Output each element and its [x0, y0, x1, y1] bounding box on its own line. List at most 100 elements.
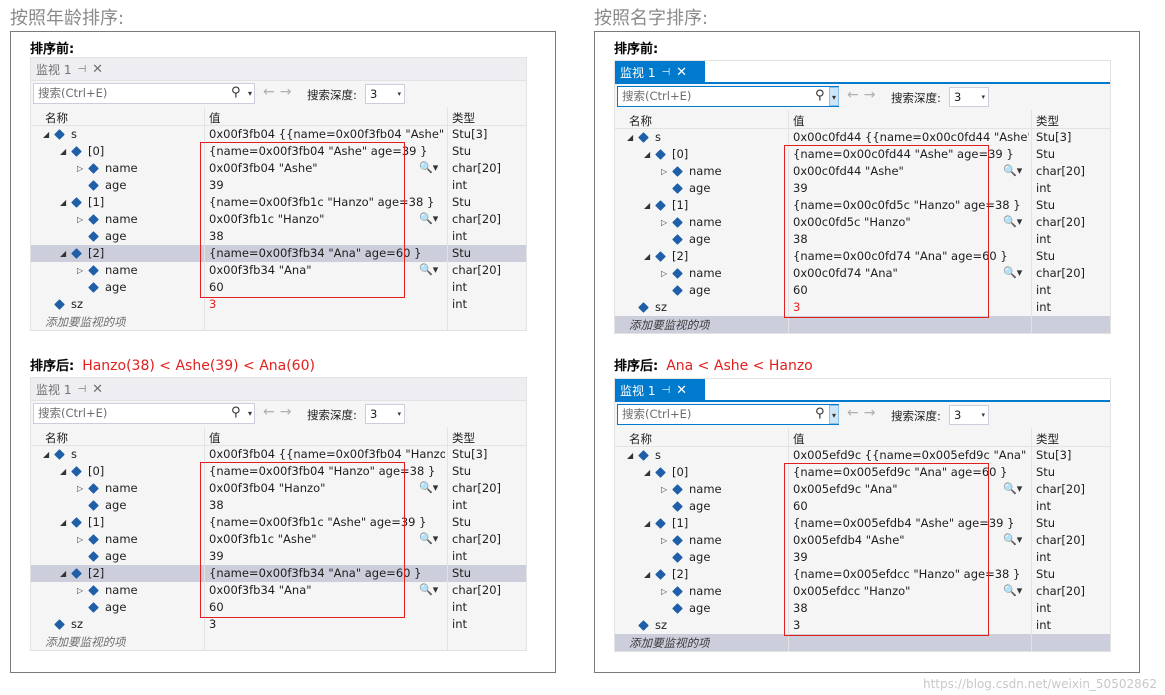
add-watch-row[interactable]: 添加要监视的项	[615, 634, 1110, 651]
row-value-cell[interactable]: {name=0x005efdcc "Hanzo" age=38 }	[793, 567, 1029, 581]
pin-icon[interactable]: ⊣	[77, 64, 86, 75]
expanded-triangle-icon[interactable]: ◢	[644, 201, 652, 210]
row-value-cell[interactable]: 0x00c0fd44 {{name=0x00c0fd44 "Ashe" age.…	[793, 130, 1029, 144]
row-value-cell[interactable]: 0x00c0fd74 "Ana"	[793, 266, 1029, 280]
collapsed-triangle-icon[interactable]: ▷	[661, 167, 669, 176]
search-depth-select[interactable]: 3 ▾	[949, 405, 989, 425]
collapsed-triangle-icon[interactable]: ▷	[77, 266, 85, 275]
expanded-triangle-icon[interactable]: ◢	[644, 519, 652, 528]
watch-row[interactable]: ◢ [0] {name=0x005efd9c "Ana" age=60 } Stu	[615, 464, 1110, 481]
expanded-triangle-icon[interactable]: ◢	[644, 150, 652, 159]
watch-row[interactable]: ◢s0x00f3fb04 {{name=0x00f3fb04 "Hanzo" a…	[31, 446, 526, 463]
search-icon[interactable]: ⚲	[815, 406, 825, 421]
row-value-cell[interactable]: 0x005efd9c "Ana"	[793, 482, 1029, 496]
watch-row[interactable]: age 38 int	[31, 228, 526, 245]
expanded-triangle-icon[interactable]: ◢	[60, 198, 68, 207]
tab-watch-1[interactable]: 监视 1 ⊣ ✕	[31, 378, 121, 400]
search-input[interactable]: 搜索(Ctrl+E)	[617, 86, 839, 107]
search-depth-select[interactable]: 3 ▾	[365, 84, 405, 104]
search-input[interactable]: 搜索(Ctrl+E)	[33, 83, 255, 104]
collapsed-triangle-icon[interactable]: ▷	[661, 269, 669, 278]
pin-icon[interactable]: ⊣	[661, 385, 670, 396]
watch-row[interactable]: ▷ name 0x00c0fd5c "Hanzo" char[20] 🔍▾	[615, 214, 1110, 231]
column-header-type[interactable]: 类型	[1036, 431, 1059, 447]
expanded-triangle-icon[interactable]: ◢	[60, 147, 68, 156]
row-value-cell[interactable]: {name=0x00f3fb04 "Ashe" age=39 }	[209, 144, 445, 158]
watch-row[interactable]: age 38 int	[615, 600, 1110, 617]
visualizer-magnifier-icon[interactable]: 🔍▾	[419, 583, 438, 596]
expanded-triangle-icon[interactable]: ◢	[60, 249, 68, 258]
row-value-cell[interactable]: 0x00f3fb04 {{name=0x00f3fb04 "Ashe" age.…	[209, 127, 445, 141]
collapsed-triangle-icon[interactable]: ▷	[661, 485, 669, 494]
expanded-triangle-icon[interactable]: ◢	[627, 133, 635, 142]
collapsed-triangle-icon[interactable]: ▷	[77, 535, 85, 544]
row-value-cell[interactable]: 3	[209, 617, 445, 631]
watch-row[interactable]: ◢ [0] {name=0x00f3fb04 "Ashe" age=39 } Stu	[31, 143, 526, 160]
column-header-name[interactable]: 名称	[629, 431, 652, 447]
row-value-cell[interactable]: 0x00c0fd5c "Hanzo"	[793, 215, 1029, 229]
nav-arrows-icon[interactable]: ←→	[847, 405, 880, 421]
search-depth-select[interactable]: 3 ▾	[949, 87, 989, 107]
visualizer-magnifier-icon[interactable]: 🔍▾	[1003, 266, 1022, 279]
watch-row[interactable]: ◢ [0] {name=0x00f3fb04 "Hanzo" age=38 } Stu	[31, 463, 526, 480]
watch-row[interactable]: ◢ [1] {name=0x00f3fb1c "Hanzo" age=38 } Stu	[31, 194, 526, 211]
watch-row[interactable]: sz 3 int	[31, 616, 526, 633]
pin-icon[interactable]: ⊣	[77, 384, 86, 395]
watch-row[interactable]: ◢ [1] {name=0x005efdb4 "Ashe" age=39 } Stu	[615, 515, 1110, 532]
row-value-cell[interactable]: 0x00c0fd44 "Ashe"	[793, 164, 1029, 178]
expanded-triangle-icon[interactable]: ◢	[43, 450, 51, 459]
row-value-cell[interactable]: {name=0x00c0fd5c "Hanzo" age=38 }	[793, 198, 1029, 212]
row-value-cell[interactable]: {name=0x005efdb4 "Ashe" age=39 }	[793, 516, 1029, 530]
search-icon[interactable]: ⚲	[231, 85, 241, 100]
column-header-value[interactable]: 值	[209, 430, 221, 446]
watch-row[interactable]: ▷ name 0x00f3fb04 "Ashe" char[20] 🔍▾	[31, 160, 526, 177]
column-header-name[interactable]: 名称	[45, 430, 68, 446]
tab-watch-1[interactable]: 监视 1 ⊣ ✕	[31, 58, 121, 80]
row-value-cell[interactable]: {name=0x00f3fb1c "Ashe" age=39 }	[209, 515, 445, 529]
row-value-cell[interactable]: 38	[209, 229, 445, 243]
expanded-triangle-icon[interactable]: ◢	[644, 468, 652, 477]
search-dropdown-icon[interactable]: ▾	[829, 87, 839, 106]
row-value-cell[interactable]: 0x00f3fb04 "Hanzo"	[209, 481, 445, 495]
column-header-value[interactable]: 值	[793, 431, 805, 447]
row-value-cell[interactable]: 0x00f3fb1c "Ashe"	[209, 532, 445, 546]
visualizer-magnifier-icon[interactable]: 🔍▾	[419, 481, 438, 494]
watch-row[interactable]: age 39 int	[615, 549, 1110, 566]
visualizer-magnifier-icon[interactable]: 🔍▾	[419, 212, 438, 225]
watch-row[interactable]: age 39 int	[31, 548, 526, 565]
search-dropdown-icon[interactable]: ▾	[829, 405, 839, 424]
row-value-cell[interactable]: 38	[793, 601, 1029, 615]
row-value-cell[interactable]: 60	[793, 283, 1029, 297]
watch-row[interactable]: ◢ [0] {name=0x00c0fd44 "Ashe" age=39 } Stu	[615, 146, 1110, 163]
watch-row[interactable]: age 60 int	[31, 599, 526, 616]
column-header-type[interactable]: 类型	[452, 430, 475, 446]
visualizer-magnifier-icon[interactable]: 🔍▾	[1003, 482, 1022, 495]
watch-row[interactable]: ◢ [1] {name=0x00f3fb1c "Ashe" age=39 } Stu	[31, 514, 526, 531]
watch-row[interactable]: ◢ [1] {name=0x00c0fd5c "Hanzo" age=38 } Stu	[615, 197, 1110, 214]
visualizer-magnifier-icon[interactable]: 🔍▾	[1003, 584, 1022, 597]
collapsed-triangle-icon[interactable]: ▷	[77, 484, 85, 493]
add-watch-row[interactable]: 添加要监视的项	[31, 633, 526, 650]
watch-row[interactable]: age 60 int	[615, 498, 1110, 515]
nav-arrows-icon[interactable]: ←→	[263, 84, 296, 100]
column-header-value[interactable]: 值	[793, 113, 805, 129]
watch-row[interactable]: ▷ name 0x00f3fb1c "Ashe" char[20] 🔍▾	[31, 531, 526, 548]
add-watch-row[interactable]: 添加要监视的项	[615, 316, 1110, 333]
row-value-cell[interactable]: {name=0x00c0fd74 "Ana" age=60 }	[793, 249, 1029, 263]
watch-row[interactable]: ▷ name 0x00c0fd44 "Ashe" char[20] 🔍▾	[615, 163, 1110, 180]
row-value-cell[interactable]: 39	[209, 178, 445, 192]
watch-row[interactable]: ▷ name 0x00f3fb1c "Hanzo" char[20] 🔍▾	[31, 211, 526, 228]
collapsed-triangle-icon[interactable]: ▷	[661, 218, 669, 227]
row-value-cell[interactable]: {name=0x005efd9c "Ana" age=60 }	[793, 465, 1029, 479]
row-value-cell[interactable]: 0x00f3fb04 "Ashe"	[209, 161, 445, 175]
expanded-triangle-icon[interactable]: ◢	[60, 467, 68, 476]
watch-row[interactable]: ◢s0x00c0fd44 {{name=0x00c0fd44 "Ashe" ag…	[615, 129, 1110, 146]
watch-row[interactable]: age 38 int	[31, 497, 526, 514]
row-value-cell[interactable]: 38	[209, 498, 445, 512]
close-icon[interactable]: ✕	[92, 62, 103, 77]
visualizer-magnifier-icon[interactable]: 🔍▾	[1003, 533, 1022, 546]
watch-row[interactable]: ◢s0x005efd9c {{name=0x005efd9c "Ana" age…	[615, 447, 1110, 464]
expanded-triangle-icon[interactable]: ◢	[60, 518, 68, 527]
close-icon[interactable]: ✕	[676, 65, 687, 80]
row-value-cell[interactable]: 3	[209, 297, 445, 311]
